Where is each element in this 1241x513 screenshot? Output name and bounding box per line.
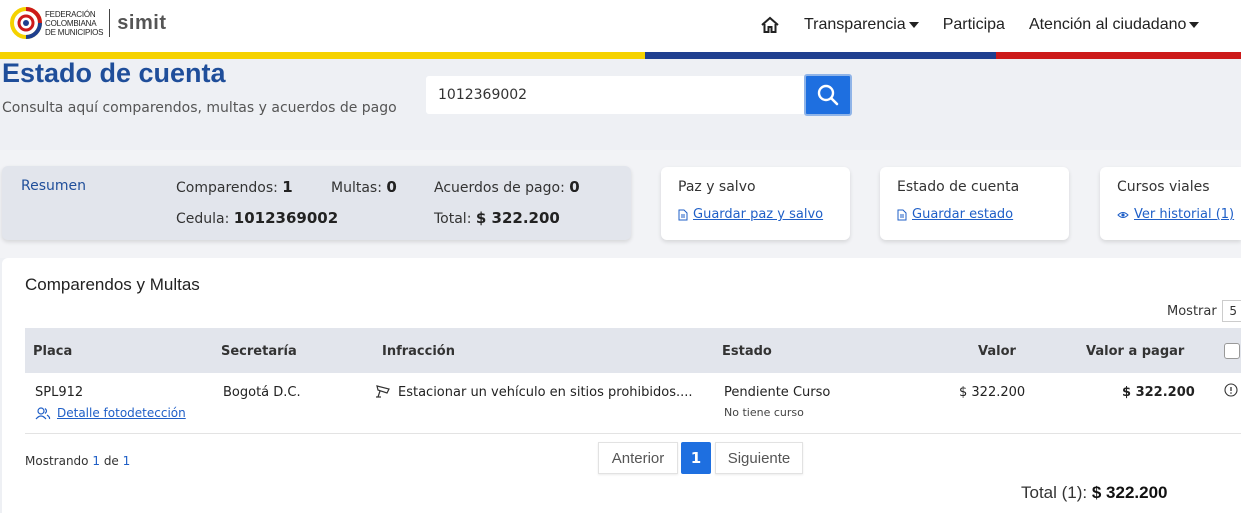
- caret-down-icon: [1189, 22, 1200, 28]
- card-title: Estado de cuenta: [897, 179, 1020, 195]
- flag-red: [996, 52, 1241, 59]
- cell-valor: $ 322.200: [959, 385, 1026, 400]
- cell-valor-a-pagar: $ 322.200: [1122, 385, 1195, 400]
- page-subtitle: Consulta aquí comparendos, multas y acue…: [2, 100, 397, 116]
- search-input[interactable]: 1012369002: [426, 76, 804, 114]
- document-icon: [678, 209, 688, 220]
- logo-text: FEDERACIÓN COLOMBIANA DE MUNICIPIOS: [45, 9, 104, 37]
- cell-secretaria: Bogotá D.C.: [223, 385, 301, 400]
- page-size-select[interactable]: 5: [1221, 300, 1241, 322]
- guardar-estado-link[interactable]: Guardar estado: [897, 207, 1013, 222]
- document-icon: [897, 209, 907, 220]
- flag-blue: [645, 52, 996, 59]
- ver-historial-link[interactable]: Ver historial (1): [1117, 207, 1234, 222]
- cell-infraccion: Estacionar un vehículo en sitios prohibi…: [398, 385, 693, 400]
- nav-atencion[interactable]: Atención al ciudadano: [1029, 16, 1200, 34]
- page-1-button[interactable]: 1: [681, 442, 711, 474]
- search-icon: [817, 84, 839, 106]
- acuerdos-count: Acuerdos de pago: 0: [434, 178, 580, 196]
- table-header: Placa Secretaría Infracción Estado Valor…: [25, 328, 1241, 373]
- cell-placa: SPL912: [35, 385, 84, 400]
- logo-divider: [109, 9, 111, 37]
- summary-panel: Resumen Comparendos: 1 Multas: 0 Acuerdo…: [2, 166, 631, 240]
- showing-count: Mostrando 1 de 1: [25, 454, 131, 468]
- col-placa[interactable]: Placa: [33, 344, 72, 359]
- cell-estado-sub: No tiene curso: [724, 406, 804, 419]
- col-valor[interactable]: Valor: [978, 344, 1016, 359]
- prev-page-button[interactable]: Anterior: [598, 442, 678, 474]
- federation-logo-icon: [10, 7, 42, 39]
- next-page-button[interactable]: Siguiente: [715, 442, 803, 474]
- panel-title: Comparendos y Multas: [25, 275, 200, 294]
- col-infraccion[interactable]: Infracción: [382, 344, 455, 359]
- home-icon[interactable]: [760, 15, 780, 35]
- comparendos-count: Comparendos: 1: [176, 178, 293, 196]
- main-nav: Transparencia Participa Atención al ciud…: [760, 15, 1223, 35]
- detalle-fotodeteccion-link[interactable]: Detalle fotodetección: [35, 406, 186, 420]
- col-secretaria[interactable]: Secretaría: [221, 344, 297, 359]
- search-button[interactable]: [804, 74, 852, 116]
- table-total: Total (1): $ 322.200: [1021, 483, 1168, 502]
- eye-icon: [1117, 211, 1129, 218]
- info-icon[interactable]: [1224, 383, 1238, 397]
- cedula: Cedula: 1012369002: [176, 209, 339, 227]
- summary-heading[interactable]: Resumen: [21, 178, 86, 194]
- card-paz-y-salvo: Paz y salvo Guardar paz y salvo: [661, 167, 850, 240]
- select-all-checkbox[interactable]: [1224, 343, 1240, 359]
- simit-logo: simit: [117, 11, 167, 34]
- nav-transparencia[interactable]: Transparencia: [804, 16, 919, 34]
- col-estado[interactable]: Estado: [722, 344, 772, 359]
- users-icon: [35, 406, 51, 419]
- table-row[interactable]: SPL912 Detalle fotodetección Bogotá D.C.…: [25, 373, 1241, 434]
- top-navbar: FEDERACIÓN COLOMBIANA DE MUNICIPIOS simi…: [0, 0, 1241, 52]
- card-cursos-viales: Cursos viales Ver historial (1): [1100, 167, 1241, 240]
- card-estado-de-cuenta: Estado de cuenta Guardar estado: [880, 167, 1069, 240]
- caret-down-icon: [908, 22, 919, 28]
- col-valor-a-pagar[interactable]: Valor a pagar: [1086, 344, 1184, 359]
- page-size-control: Mostrar 5: [1167, 300, 1241, 322]
- page-title: Estado de cuenta: [2, 58, 226, 88]
- nav-participa[interactable]: Participa: [943, 16, 1005, 34]
- guardar-paz-y-salvo-link[interactable]: Guardar paz y salvo: [678, 207, 823, 222]
- cell-estado: Pendiente Curso: [724, 385, 831, 400]
- comparendos-panel: Comparendos y Multas Mostrar 5 Placa Sec…: [2, 258, 1241, 513]
- brand-logo[interactable]: FEDERACIÓN COLOMBIANA DE MUNICIPIOS simi…: [9, 6, 166, 40]
- multas-count: Multas: 0: [331, 178, 397, 196]
- summary-total: Total: $ 322.200: [434, 209, 560, 227]
- camera-icon: [376, 385, 390, 398]
- card-title: Cursos viales: [1117, 179, 1210, 195]
- card-title: Paz y salvo: [678, 179, 756, 195]
